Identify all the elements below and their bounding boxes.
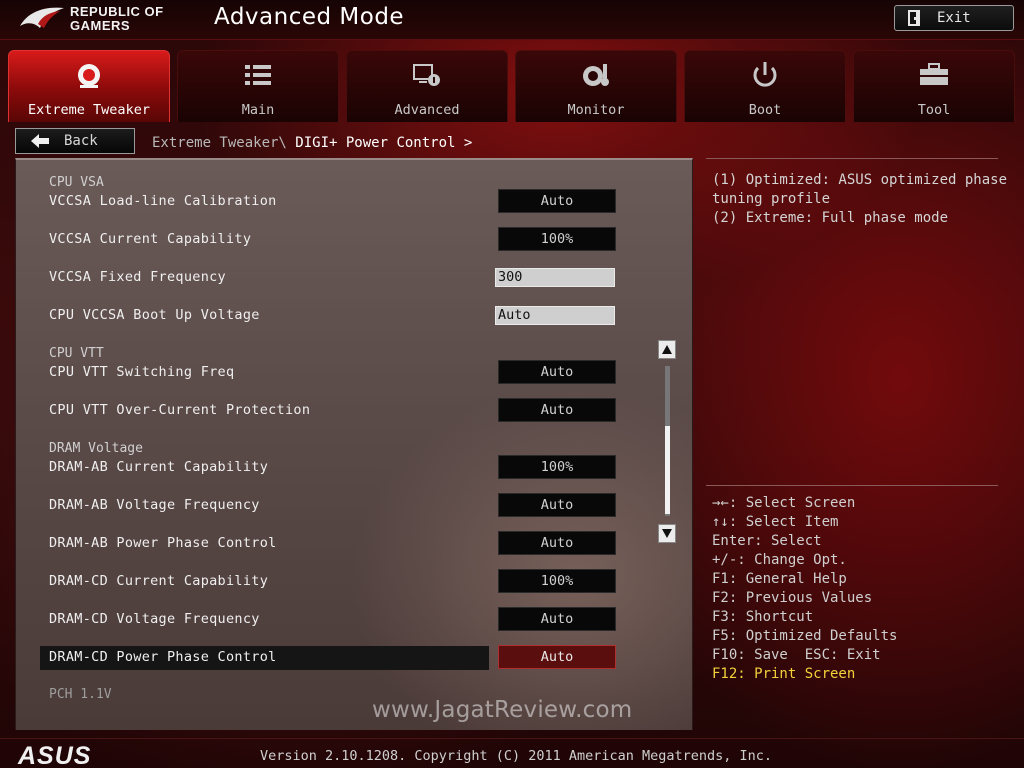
key-f12: F12: Print Screen [712,666,856,682]
dram-ab-freq-label[interactable]: DRAM-AB Voltage Frequency [49,497,260,513]
breadcrumb-parent[interactable]: Extreme Tweaker\ [152,135,287,151]
scroll-down-button[interactable] [658,524,676,543]
vccsa-current-value[interactable]: 100% [498,227,616,251]
triangle-down-icon [662,529,672,538]
help-divider [706,158,998,159]
scroll-up-button[interactable] [658,340,676,359]
mode-title: Advanced Mode [214,4,405,30]
dram-ab-freq-value[interactable]: Auto [498,493,616,517]
tab-monitor[interactable]: Monitor [515,50,677,122]
back-arrow-icon [31,134,49,148]
key-f10-esc: F10: Save ESC: Exit [712,647,881,663]
dram-ab-current-label[interactable]: DRAM-AB Current Capability [49,459,268,475]
tab-advanced[interactable]: Advanced [346,50,508,122]
tab-label: Advanced [394,102,460,118]
key-change-option: +/-: Change Opt. [712,552,847,568]
help-line: (2) Extreme: Full phase mode [712,210,949,226]
version-text: Version 2.10.1208. Copyright (C) 2011 Am… [260,748,773,764]
tab-boot[interactable]: Boot [684,50,846,122]
brand-line-1: REPUBLIC OF [70,4,164,19]
vtt-switch-label[interactable]: CPU VTT Switching Freq [49,364,234,380]
vtt-switch-value[interactable]: Auto [498,360,616,384]
key-f1: F1: General Help [712,571,847,587]
exit-button[interactable]: Exit [894,5,1014,31]
vccsa-freq-input[interactable]: 300 [495,268,615,287]
vccsa-llc-value[interactable]: Auto [498,189,616,213]
settings-panel: CPU VSA VCCSA Load-line Calibration Auto… [15,158,693,730]
back-label: Back [64,133,98,149]
brand-line-2: GAMERS [70,18,131,33]
scrollbar-thumb[interactable] [665,426,670,514]
monitor-gauge-icon [583,64,609,86]
watermark-text: www.JagatReview.com [372,697,633,723]
asus-logo: ASUS [18,742,92,768]
breadcrumb: Extreme Tweaker\ DIGI+ Power Control > [152,135,472,151]
key-select-item: ↑↓: Select Item [712,514,839,530]
help-line: (1) Optimized: ASUS optimized phase [712,172,1008,188]
dram-ab-current-value[interactable]: 100% [498,455,616,479]
group-label-cpu-vsa: CPU VSA [49,175,104,190]
dram-cd-phase-label[interactable]: DRAM-CD Power Phase Control [49,649,277,665]
dram-cd-current-label[interactable]: DRAM-CD Current Capability [49,573,268,589]
group-label-dram: DRAM Voltage [49,441,143,456]
back-button[interactable]: Back [15,128,135,154]
vccsa-boot-label[interactable]: CPU VCCSA Boot Up Voltage [49,307,260,323]
exit-label: Exit [937,10,971,26]
key-f3: F3: Shortcut [712,609,814,625]
group-label-cpu-vtt: CPU VTT [49,346,104,361]
vccsa-current-label[interactable]: VCCSA Current Capability [49,231,251,247]
triangle-up-icon [662,345,672,354]
rog-eye-logo-icon [20,7,64,28]
breadcrumb-current: DIGI+ Power Control > [295,135,473,151]
dram-ab-phase-label[interactable]: DRAM-AB Power Phase Control [49,535,277,551]
vccsa-freq-label[interactable]: VCCSA Fixed Frequency [49,269,226,285]
dram-cd-freq-value[interactable]: Auto [498,607,616,631]
tab-main[interactable]: Main [177,50,339,122]
advanced-settings-icon [413,64,440,86]
vtt-ocp-label[interactable]: CPU VTT Over-Current Protection [49,402,310,418]
extreme-tweaker-icon [78,64,100,88]
key-enter: Enter: Select [712,533,822,549]
tab-label: Extreme Tweaker [28,102,150,118]
keys-divider [706,485,998,486]
item-help-text: (1) Optimized: ASUS optimized phase tuni… [712,171,1008,228]
vtt-ocp-value[interactable]: Auto [498,398,616,422]
dram-cd-current-value[interactable]: 100% [498,569,616,593]
dram-cd-freq-label[interactable]: DRAM-CD Voltage Frequency [49,611,260,627]
vccsa-llc-label[interactable]: VCCSA Load-line Calibration [49,193,277,209]
dram-ab-phase-value[interactable]: Auto [498,531,616,555]
tab-label: Boot [748,102,782,118]
tab-label: Main [241,102,275,118]
tab-extreme-tweaker[interactable]: Extreme Tweaker [8,50,170,122]
rog-brand-text: REPUBLIC OF GAMERS [70,5,164,33]
main-tab-bar: Extreme Tweaker Main Advanced Monitor Bo… [8,50,1016,122]
tab-label: Monitor [567,102,625,118]
key-select-screen: →←: Select Screen [712,495,856,511]
key-f5: F5: Optimized Defaults [712,628,898,644]
key-legend: →←: Select Screen ↑↓: Select Item Enter:… [712,494,1012,684]
top-header: REPUBLIC OF GAMERS Advanced Mode Exit [0,0,1024,40]
dram-cd-phase-value[interactable]: Auto [498,645,616,669]
vccsa-boot-input[interactable]: Auto [495,306,615,325]
help-line: tuning profile [712,191,831,207]
tab-tool[interactable]: Tool [853,50,1015,122]
list-icon [245,65,271,85]
power-icon [753,62,777,87]
footer-divider [0,738,1024,739]
tab-label: Tool [917,102,951,118]
exit-door-icon [908,10,920,26]
key-f2: F2: Previous Values [712,590,873,606]
toolbox-icon [920,63,948,85]
group-label-pch: PCH 1.1V [49,687,112,702]
